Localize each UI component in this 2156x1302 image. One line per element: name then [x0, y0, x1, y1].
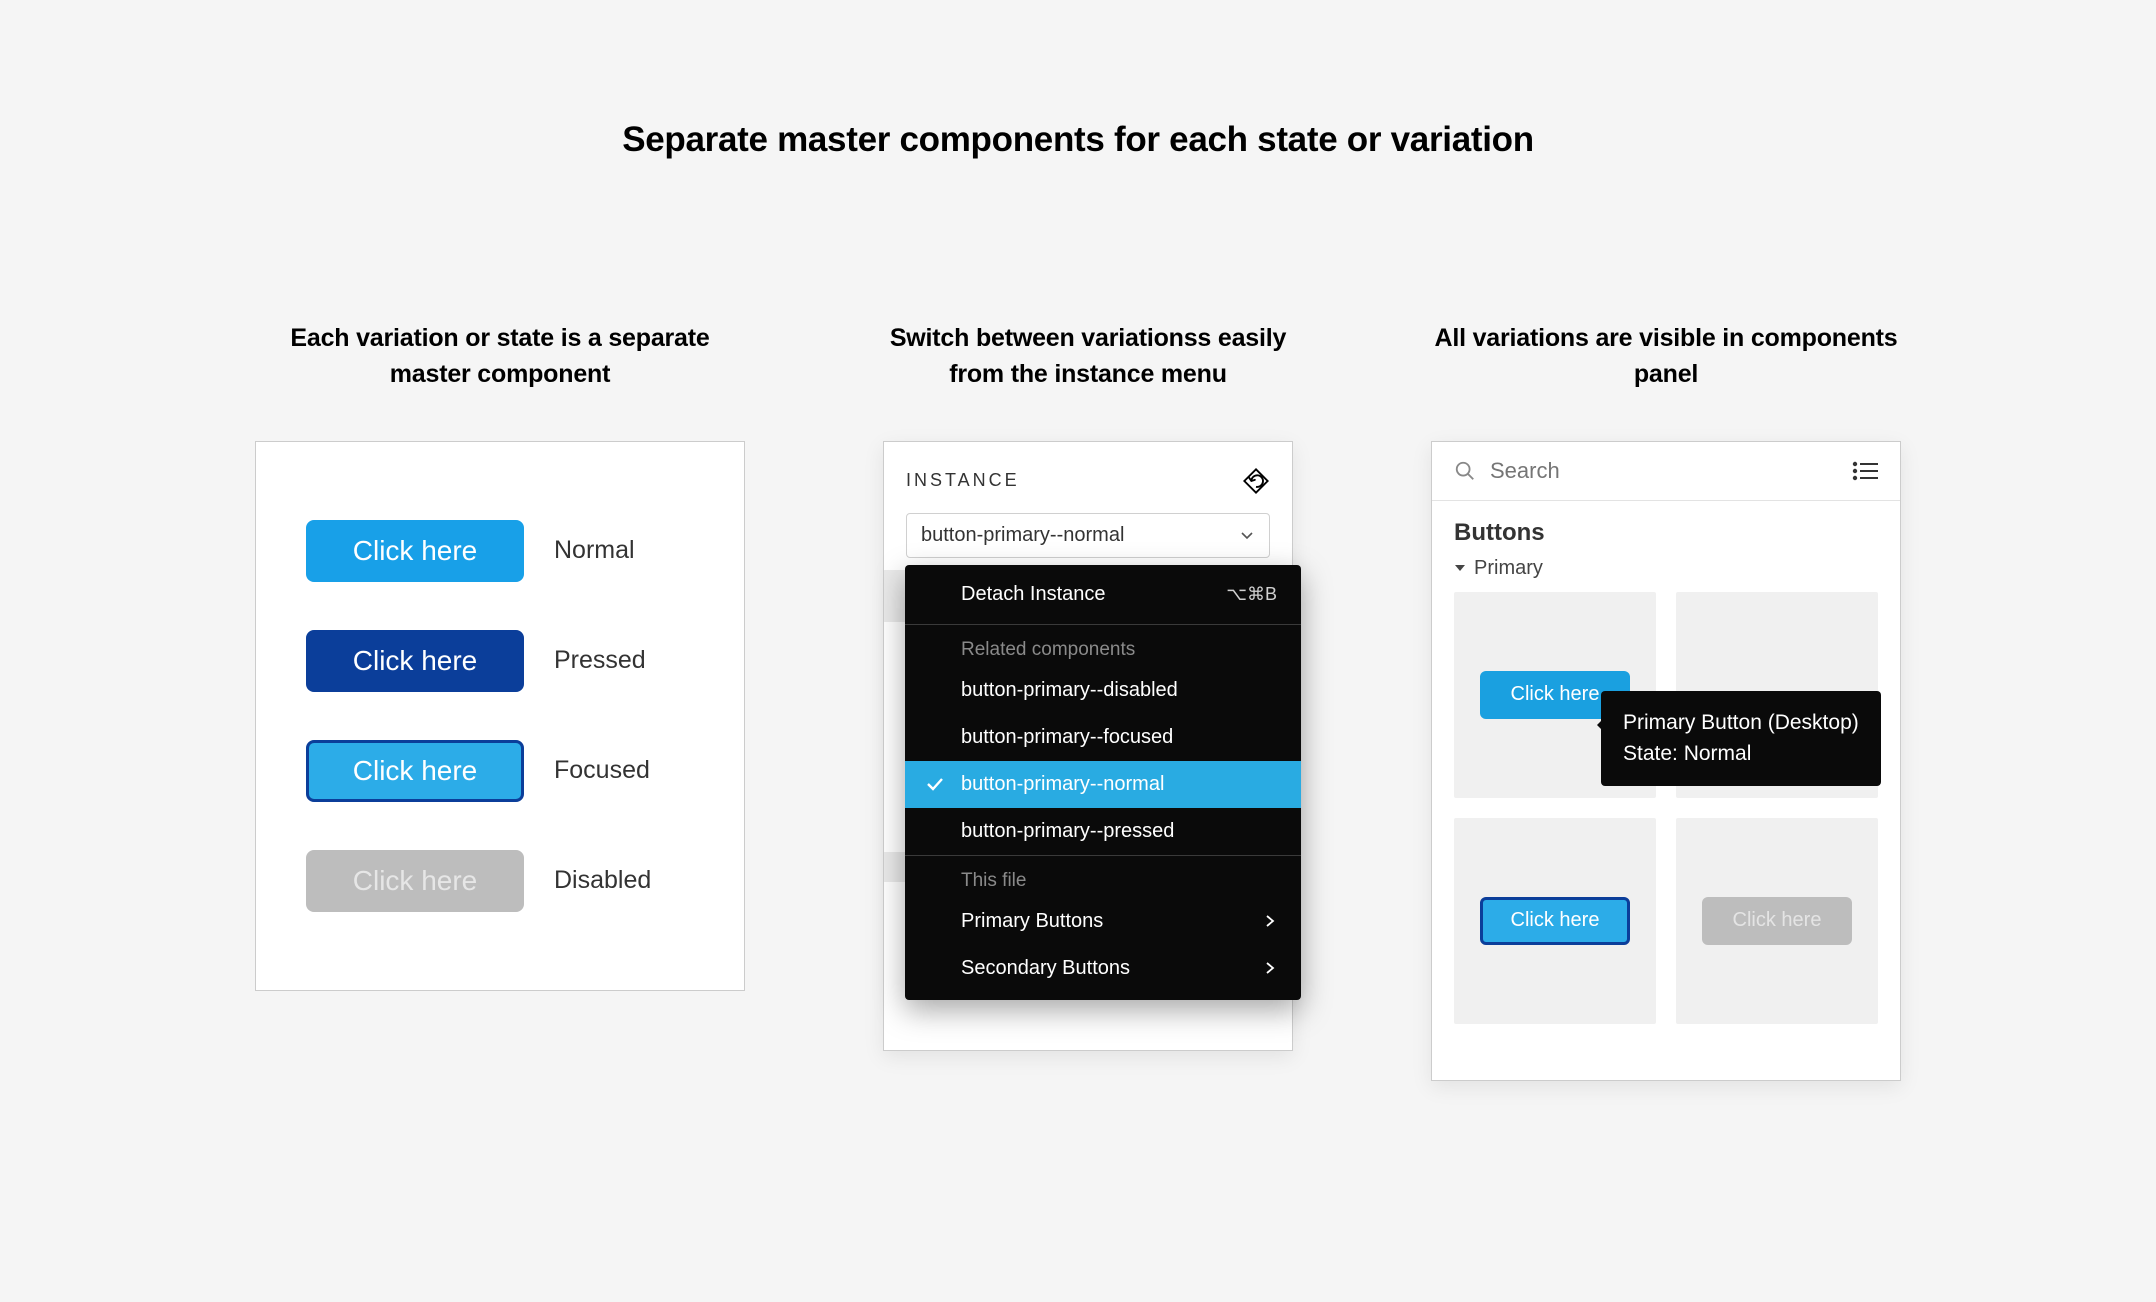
column-instance-menu: Switch between variationss easily from t…: [883, 320, 1293, 1081]
menu-item-label: button-primary--focused: [961, 726, 1173, 749]
preview-button-disabled: Click here: [1702, 897, 1852, 945]
state-row-pressed: Click here Pressed: [306, 630, 694, 692]
chevron-right-icon: [1263, 914, 1277, 928]
preview-button-focused: Click here: [1480, 897, 1630, 945]
component-cell[interactable]: Click here: [1676, 818, 1878, 1024]
search-icon: [1454, 460, 1476, 482]
menu-item-label: Detach Instance: [961, 583, 1106, 606]
list-view-icon[interactable]: [1852, 461, 1878, 481]
state-row-disabled: Click here Disabled: [306, 850, 694, 912]
state-label: Pressed: [554, 646, 646, 675]
search-input[interactable]: [1490, 458, 1838, 484]
button-normal[interactable]: Click here: [306, 520, 524, 582]
menu-item-folder[interactable]: Primary Buttons: [905, 898, 1301, 945]
button-focused[interactable]: Click here: [306, 740, 524, 802]
check-icon: [925, 774, 945, 794]
menu-item-component[interactable]: button-primary--focused: [905, 714, 1301, 761]
menu-section-label: Related components: [905, 625, 1301, 667]
component-cell[interactable]: Click here: [1454, 818, 1656, 1024]
menu-item-label: button-primary--normal: [961, 773, 1164, 796]
menu-item-shortcut: ⌥⌘B: [1226, 584, 1277, 605]
column-components-panel: All variations are visible in components…: [1431, 320, 1901, 1081]
menu-item-label: Secondary Buttons: [961, 957, 1130, 980]
components-grid: Click here Click here Click here: [1432, 592, 1900, 1024]
restore-icon[interactable]: [1242, 467, 1270, 495]
menu-item-component-selected[interactable]: button-primary--normal: [905, 761, 1301, 808]
state-row-focused: Click here Focused: [306, 740, 694, 802]
components-section-title: Buttons: [1432, 501, 1900, 553]
state-label: Normal: [554, 536, 635, 565]
chevron-right-icon: [1263, 961, 1277, 975]
search-row: [1432, 442, 1900, 501]
page-title: Separate master components for each stat…: [0, 120, 2156, 160]
menu-item-component[interactable]: button-primary--disabled: [905, 667, 1301, 714]
column-subtitle: All variations are visible in components…: [1431, 320, 1901, 393]
tree-item-label: Primary: [1474, 557, 1543, 580]
tooltip-line: Primary Button (Desktop): [1623, 707, 1859, 739]
instance-dropdown: Detach Instance ⌥⌘B Related components b…: [905, 565, 1301, 1000]
button-disabled: Click here: [306, 850, 524, 912]
menu-item-detach[interactable]: Detach Instance ⌥⌘B: [905, 565, 1301, 624]
states-panel: Click here Normal Click here Pressed Cli…: [255, 441, 745, 991]
menu-item-component[interactable]: button-primary--pressed: [905, 808, 1301, 855]
state-row-normal: Click here Normal: [306, 520, 694, 582]
chevron-down-icon: [1239, 527, 1255, 543]
column-subtitle: Switch between variationss easily from t…: [883, 320, 1293, 393]
instance-select-value: button-primary--normal: [921, 524, 1124, 547]
menu-item-label: button-primary--disabled: [961, 679, 1178, 702]
column-subtitle: Each variation or state is a separate ma…: [255, 320, 745, 393]
state-label: Disabled: [554, 866, 651, 895]
column-states: Each variation or state is a separate ma…: [255, 320, 745, 1081]
instance-panel-title: INSTANCE: [906, 470, 1020, 491]
tree-item-primary[interactable]: Primary: [1432, 553, 1900, 592]
instance-select[interactable]: button-primary--normal: [906, 513, 1270, 558]
menu-item-label: button-primary--pressed: [961, 820, 1174, 843]
tooltip-line: State: Normal: [1623, 738, 1859, 770]
tooltip: Primary Button (Desktop) State: Normal: [1601, 691, 1881, 786]
caret-down-icon: [1454, 562, 1466, 574]
menu-section-label: This file: [905, 856, 1301, 898]
menu-item-label: Primary Buttons: [961, 910, 1103, 933]
state-label: Focused: [554, 756, 650, 785]
menu-item-folder[interactable]: Secondary Buttons: [905, 945, 1301, 1000]
button-pressed[interactable]: Click here: [306, 630, 524, 692]
